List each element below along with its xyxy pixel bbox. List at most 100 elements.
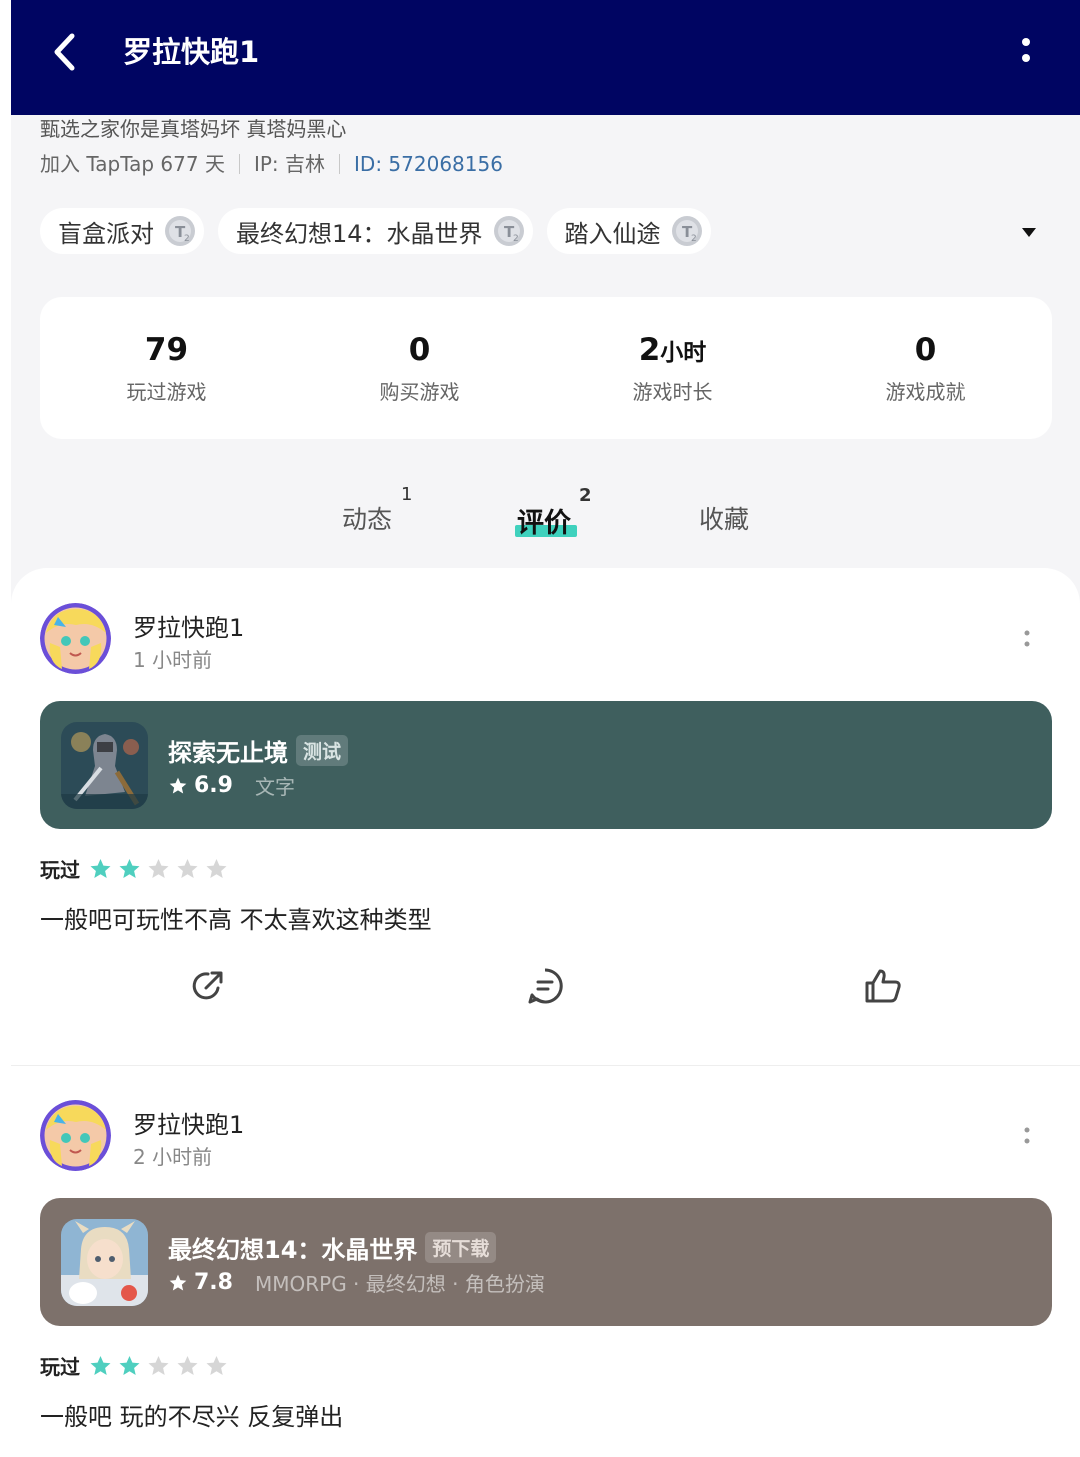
- star-empty-icon: [177, 858, 198, 878]
- played-label: 玩过: [40, 858, 80, 882]
- game-tag[interactable]: 盲盒派对 T 2: [40, 208, 204, 254]
- post-more-button[interactable]: [1017, 1121, 1037, 1151]
- stat-value: 79: [144, 332, 189, 368]
- stat-label: 游戏成就: [885, 380, 966, 404]
- divider: [339, 154, 341, 174]
- played-rating: 玩过: [40, 854, 233, 883]
- tab-favorites[interactable]: 收藏: [699, 500, 749, 536]
- game-cover-image: [61, 1219, 148, 1306]
- game-rating: 6.9: [168, 773, 233, 798]
- vertical-dots-icon: [1024, 630, 1030, 647]
- tab-label: 评价: [517, 508, 571, 539]
- post-divider: [11, 1065, 1080, 1066]
- back-arrow-icon: [54, 33, 75, 71]
- tab-moments[interactable]: 动态 1: [342, 484, 412, 536]
- ip-location: IP: 吉林: [253, 152, 326, 176]
- game-status-badge: 测试: [296, 735, 349, 766]
- review-text: 一般吧 玩的不尽兴 反复弹出: [40, 1403, 344, 1431]
- game-rating: 7.8: [168, 1270, 233, 1295]
- t-coin-icon: T 2: [671, 216, 702, 246]
- game-tag-label: 盲盒派对: [58, 219, 154, 248]
- stat-played[interactable]: 79 玩过游戏: [40, 297, 293, 439]
- tab-reviews[interactable]: 评价 2: [515, 485, 592, 540]
- back-button[interactable]: [45, 30, 89, 74]
- tab-label: 收藏: [699, 505, 750, 534]
- game-status-badge: 预下载: [425, 1232, 497, 1263]
- stat-value: 0: [408, 332, 431, 368]
- vertical-dots-icon: [1024, 1127, 1030, 1144]
- game-tag-label: 踏入仙途: [564, 219, 661, 248]
- share-icon: [192, 971, 223, 1000]
- stat-value: 2小时: [638, 332, 707, 368]
- review-feed: 罗拉快跑1 1 小时前 探索无止境 测试 6.9 文字 玩过 一般吧可玩性不高 …: [11, 568, 1080, 1457]
- game-icon: [61, 722, 148, 809]
- stat-label: 购买游戏: [379, 380, 460, 404]
- star-empty-icon: [148, 858, 169, 878]
- star-filled-icon: [90, 858, 111, 878]
- post-time: 2 小时前: [133, 1145, 213, 1169]
- rating-value: 7.8: [194, 1270, 233, 1295]
- stat-playtime[interactable]: 2小时 游戏时长: [546, 297, 799, 439]
- t-coin-icon: T 2: [493, 216, 524, 246]
- stat-value: 0: [914, 332, 937, 368]
- stats-card: 79 玩过游戏 0 购买游戏 2小时 游戏时长 0 游戏成就: [40, 297, 1052, 439]
- thumbs-up-icon: [865, 969, 901, 1003]
- game-name: 探索无止境: [168, 739, 288, 767]
- game-tag-label: 最终幻想14：水晶世界: [236, 219, 483, 248]
- comment-button[interactable]: [525, 966, 565, 1006]
- star-empty-icon: [206, 1355, 227, 1375]
- avatar[interactable]: [40, 603, 111, 674]
- star-empty-icon: [177, 1355, 198, 1375]
- avatar-image: [40, 603, 111, 674]
- game-name: 最终幻想14：水晶世界: [168, 1236, 418, 1264]
- user-id[interactable]: ID: 572068156: [354, 150, 503, 178]
- game-cover-image: [61, 722, 148, 809]
- svg-text:2: 2: [184, 234, 190, 244]
- star-filled-icon: [119, 1355, 140, 1375]
- avatar[interactable]: [40, 1100, 111, 1171]
- post-username[interactable]: 罗拉快跑1: [133, 608, 244, 643]
- like-button[interactable]: [863, 966, 903, 1006]
- game-tag[interactable]: 踏入仙途 T 2: [546, 208, 711, 254]
- tab-count: 2: [579, 485, 592, 506]
- post-time: 1 小时前: [133, 648, 213, 672]
- game-genres: 文字: [254, 775, 295, 799]
- tab-count: 1: [401, 484, 413, 505]
- rating-value: 6.9: [194, 773, 233, 798]
- played-rating: 玩过: [40, 1351, 233, 1380]
- left-edge: [0, 0, 11, 1457]
- game-title-row: 探索无止境 测试: [168, 733, 349, 768]
- game-card[interactable]: 探索无止境 测试 6.9 文字: [40, 701, 1052, 829]
- tab-label: 动态: [342, 505, 393, 534]
- top-bar: 罗拉快跑1: [11, 0, 1080, 115]
- joined-days: 加入 TapTap 677 天: [40, 152, 225, 176]
- profile-meta: 加入 TapTap 677 天 IP: 吉林 ID: 572068156: [40, 150, 503, 178]
- star-rating: [88, 857, 233, 881]
- post-more-button[interactable]: [1017, 624, 1037, 654]
- more-options-button[interactable]: [1011, 32, 1041, 72]
- stat-label: 游戏时长: [632, 380, 713, 404]
- caret-down-icon: [1022, 228, 1036, 237]
- game-tags: 盲盒派对 T 2 最终幻想14：水晶世界 T 2 踏入仙途 T 2: [40, 208, 725, 254]
- star-empty-icon: [148, 1355, 169, 1375]
- star-icon: [169, 777, 187, 793]
- profile-bio: 甄选之家你是真塔妈坏 真塔妈黑心: [40, 117, 347, 141]
- t-coin-icon: T 2: [165, 216, 195, 246]
- stat-label: 玩过游戏: [126, 380, 207, 404]
- comment-icon: [528, 968, 563, 1004]
- game-icon: [61, 1219, 148, 1306]
- star-icon: [169, 1274, 187, 1290]
- game-tag[interactable]: 最终幻想14：水晶世界 T 2: [218, 208, 533, 254]
- game-meta-row: 6.9 文字: [168, 771, 295, 800]
- svg-text:2: 2: [513, 234, 519, 244]
- page-title: 罗拉快跑1: [123, 35, 260, 69]
- post-username[interactable]: 罗拉快跑1: [133, 1105, 244, 1140]
- share-button[interactable]: [188, 966, 228, 1006]
- divider: [238, 154, 240, 174]
- star-filled-icon: [119, 858, 140, 878]
- expand-tags-button[interactable]: [1018, 224, 1040, 240]
- game-title-row: 最终幻想14：水晶世界 预下载: [168, 1230, 497, 1265]
- stat-purchased[interactable]: 0 购买游戏: [293, 297, 546, 439]
- stat-achievements[interactable]: 0 游戏成就: [799, 297, 1052, 439]
- game-card[interactable]: 最终幻想14：水晶世界 预下载 7.8 MMORPG · 最终幻想 · 角色扮演: [40, 1198, 1052, 1326]
